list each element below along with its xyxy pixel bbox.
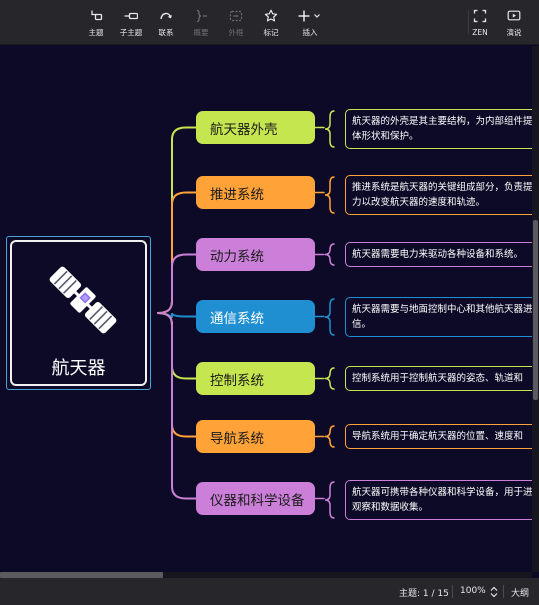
topic-label: 导航系统 xyxy=(210,430,264,447)
subtopic-control-description[interactable]: 控制系统用于控制航天器的姿态、轨道和 xyxy=(345,366,532,391)
description-line: 体形状和保护。 xyxy=(352,131,419,142)
topic-button-label: 主题 xyxy=(88,28,104,37)
zoom-stepper-icon[interactable] xyxy=(490,586,498,598)
description-line: 航天器需要电力来驱动各种设备和系统。 xyxy=(352,249,524,260)
topic-label: 仪器和科学设备 xyxy=(210,492,305,509)
present-button-label: 演说 xyxy=(506,28,522,37)
topic-propulsion-system[interactable]: 推进系统 xyxy=(196,176,315,209)
description-line: 力以改变航天器的速度和轨迹。 xyxy=(352,197,486,208)
star-icon xyxy=(264,9,278,22)
topic-connector xyxy=(157,312,197,500)
topic-spacecraft-shell[interactable]: 航天器外壳 xyxy=(196,111,315,144)
summary-button-label: 概要 xyxy=(193,28,209,37)
insert-button-label: 插入 xyxy=(302,28,318,37)
marker-button-label: 标记 xyxy=(263,28,279,37)
root-topic-label: 航天器 xyxy=(51,358,106,379)
marker-button[interactable]: 标记 xyxy=(253,9,289,43)
relationship-button-label: 联系 xyxy=(158,28,174,37)
boundary-button[interactable]: 外框 xyxy=(218,9,254,43)
insert-button[interactable]: 插入 xyxy=(292,9,328,43)
present-button[interactable]: 演说 xyxy=(496,9,532,43)
description-line: 控制系统用于控制航天器的姿态、轨道和 xyxy=(352,373,524,384)
subtopic-button[interactable]: 子主题 xyxy=(113,9,149,43)
present-icon xyxy=(507,10,521,21)
topic-button[interactable]: 主题 xyxy=(78,9,114,43)
mindmap-app: 主题 子主题 联系 概要 外框 标记 插入 ZEN 演说 航天器 航天器外壳 推… xyxy=(0,0,539,605)
topic-connector xyxy=(157,191,197,314)
satellite-icon xyxy=(49,266,117,334)
subtopic-icon xyxy=(124,12,138,20)
description-brace xyxy=(324,110,335,148)
subtopic-shell-description[interactable]: 航天器的外壳是其主要结构，为内部组件提供 体形状和保护。 xyxy=(345,109,532,149)
description-brace xyxy=(324,298,335,336)
boundary-button-label: 外框 xyxy=(228,28,244,37)
subtopic-navigation-description[interactable]: 导航系统用于确定航天器的位置、速度和 xyxy=(345,424,532,449)
zen-button[interactable]: ZEN xyxy=(462,9,498,43)
topic-label: 航天器外壳 xyxy=(210,121,278,138)
zoom-level[interactable]: 100% xyxy=(460,586,486,596)
topic-count: 主题: 1 / 15 xyxy=(399,589,449,599)
topic-communication-system[interactable]: 通信系统 xyxy=(196,300,315,333)
description-line: 航天器的外壳是其主要结构，为内部组件提供 xyxy=(352,116,532,127)
topic-connector xyxy=(157,126,197,314)
topic-instruments-science-equipment[interactable]: 仪器和科学设备 xyxy=(196,482,315,515)
relationship-icon xyxy=(160,12,172,20)
description-brace xyxy=(324,243,335,266)
description-line: 推进系统是航天器的关键组成部分，负责提供 xyxy=(352,182,532,193)
description-brace xyxy=(324,367,335,390)
description-brace xyxy=(324,481,335,519)
relationship-button[interactable]: 联系 xyxy=(148,9,184,43)
root-topic-card: 航天器 xyxy=(10,240,147,386)
description-line: 观察和数据收集。 xyxy=(352,502,429,513)
topic-connector xyxy=(157,253,197,314)
boundary-icon xyxy=(229,10,243,22)
root-topic[interactable]: 航天器 xyxy=(6,236,151,390)
description-line: 航天器需要与地面控制中心和其他航天器进行 xyxy=(352,304,532,315)
description-brace xyxy=(324,176,335,214)
status-divider xyxy=(452,585,453,598)
plus-icon xyxy=(298,10,320,22)
mindmap-canvas[interactable]: 航天器 航天器外壳 推进系统 动力系统 通信系统 控制系统 导航系统 仪器和科学… xyxy=(0,46,532,572)
subtopic-communication-description[interactable]: 航天器需要与地面控制中心和其他航天器进行 信。 xyxy=(345,297,532,337)
description-line: 导航系统用于确定航天器的位置、速度和 xyxy=(352,431,524,442)
topic-label: 推进系统 xyxy=(210,186,264,203)
topic-control-system[interactable]: 控制系统 xyxy=(196,362,315,395)
subtopic-propulsion-description[interactable]: 推进系统是航天器的关键组成部分，负责提供 力以改变航天器的速度和轨迹。 xyxy=(345,175,532,215)
subtopic-power-description[interactable]: 航天器需要电力来驱动各种设备和系统。 xyxy=(345,242,532,267)
description-line: 信。 xyxy=(352,319,372,330)
vertical-scrollbar-thumb[interactable] xyxy=(533,220,538,400)
description-line: 航天器可携带各种仪器和科学设备，用于进 xyxy=(352,487,532,498)
topic-connector xyxy=(157,312,197,438)
topic-label: 动力系统 xyxy=(210,248,264,265)
topic-navigation-system[interactable]: 导航系统 xyxy=(196,420,315,453)
topic-label: 控制系统 xyxy=(210,372,264,389)
topic-label: 通信系统 xyxy=(210,310,264,327)
summary-button[interactable]: 概要 xyxy=(183,9,219,43)
topic-power-system[interactable]: 动力系统 xyxy=(196,238,315,271)
zen-icon xyxy=(473,9,487,23)
topic-icon xyxy=(91,10,103,21)
status-divider xyxy=(503,585,504,598)
summary-icon xyxy=(196,9,207,23)
toolbar: 主题 子主题 联系 概要 外框 标记 插入 ZEN 演说 xyxy=(0,0,539,45)
outline-button[interactable]: 大纲 xyxy=(511,586,529,599)
subtopic-instruments-description[interactable]: 航天器可携带各种仪器和科学设备，用于进 观察和数据收集。 xyxy=(345,480,532,520)
subtopic-button-label: 子主题 xyxy=(119,28,143,37)
description-brace xyxy=(324,425,335,448)
topic-connector xyxy=(157,312,197,380)
zen-button-label: ZEN xyxy=(472,28,488,37)
chevron-down-icon xyxy=(314,14,320,18)
status-bar: 主题: 1 / 15 100% 大纲 xyxy=(0,578,539,605)
